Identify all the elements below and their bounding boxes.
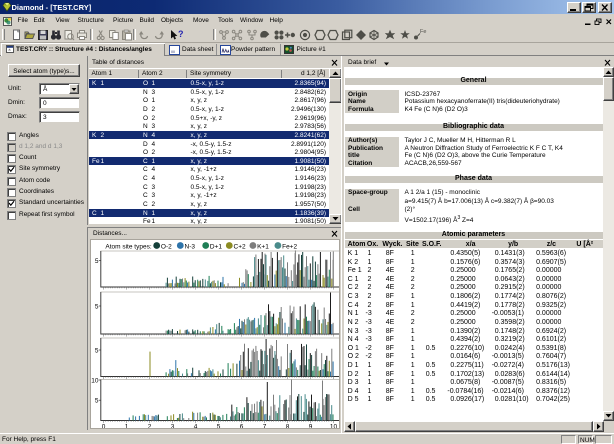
svg-text:Fe+2: Fe+2 xyxy=(282,244,297,251)
svg-text:5: 5 xyxy=(95,347,99,354)
svg-text:5: 5 xyxy=(95,258,99,265)
svg-text:10: 10 xyxy=(91,377,99,384)
svg-text:5: 5 xyxy=(217,424,221,429)
svg-text:0: 0 xyxy=(102,424,106,429)
svg-text:O-2: O-2 xyxy=(161,244,172,251)
svg-text:8: 8 xyxy=(286,424,290,429)
svg-text:7: 7 xyxy=(263,424,267,429)
svg-text:K+1: K+1 xyxy=(257,244,269,251)
svg-text:5: 5 xyxy=(95,398,99,405)
svg-text:C+2: C+2 xyxy=(234,244,246,251)
svg-text:5: 5 xyxy=(95,303,99,310)
svg-text:Atom site types:: Atom site types: xyxy=(105,244,151,251)
svg-text:D+1: D+1 xyxy=(210,244,222,251)
svg-text:9: 9 xyxy=(309,424,313,429)
svg-text:10: 10 xyxy=(330,424,338,429)
svg-text:2: 2 xyxy=(148,424,152,429)
svg-text:6: 6 xyxy=(240,424,244,429)
svg-text:1: 1 xyxy=(125,424,129,429)
svg-text:4: 4 xyxy=(194,424,198,429)
svg-text:N-3: N-3 xyxy=(185,244,196,251)
svg-text:3: 3 xyxy=(171,424,175,429)
